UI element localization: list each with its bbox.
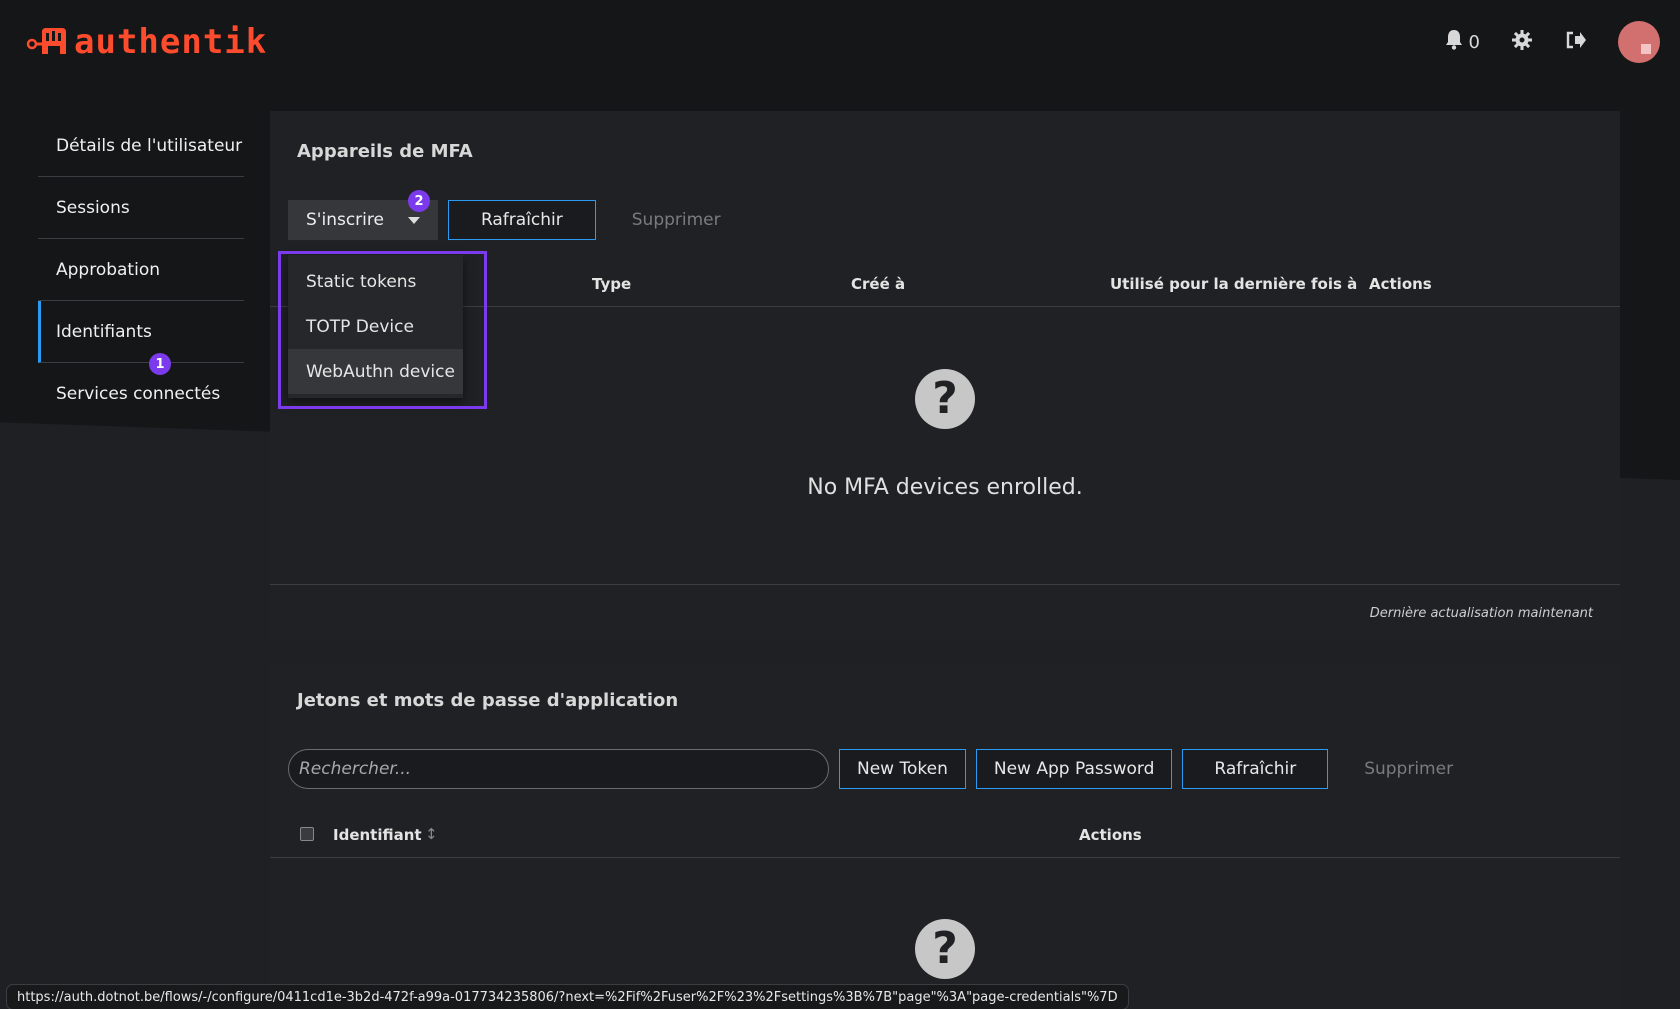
last-refresh-footer: Dernière actualisation maintenant bbox=[270, 584, 1620, 641]
column-header-last-used[interactable]: Utilisé pour la dernière fois à bbox=[1110, 275, 1357, 293]
card-title: Appareils de MFA bbox=[297, 141, 473, 162]
sidebar-item-user-details[interactable]: Détails de l'utilisateur bbox=[38, 115, 244, 177]
menu-item-totp-device[interactable]: TOTP Device bbox=[288, 304, 463, 349]
new-app-password-button[interactable]: New App Password bbox=[975, 749, 1173, 789]
enroll-dropdown-menu: Static tokens TOTP Device WebAuthn devic… bbox=[288, 255, 463, 398]
column-header-type[interactable]: Type bbox=[592, 275, 631, 293]
column-header-actions: Actions bbox=[1079, 826, 1142, 844]
empty-state: ? bbox=[270, 919, 1620, 979]
column-header-created[interactable]: Créé à bbox=[851, 275, 905, 293]
question-circle-icon: ? bbox=[915, 919, 975, 979]
bell-icon bbox=[1445, 29, 1463, 55]
sort-icon[interactable]: ↕ bbox=[425, 825, 438, 843]
tokens-toolbar: New Token New App Password Rafraîchir Su… bbox=[288, 749, 1479, 789]
refresh-button[interactable]: Rafraîchir bbox=[447, 200, 596, 240]
logout-icon bbox=[1566, 31, 1586, 53]
notifications-button[interactable]: 0 bbox=[1445, 29, 1480, 55]
brand-name: authentik bbox=[74, 22, 268, 62]
notification-count: 0 bbox=[1468, 31, 1480, 53]
column-header-actions: Actions bbox=[1369, 275, 1432, 293]
link-status-bar: https://auth.dotnot.be/flows/-/configure… bbox=[6, 984, 1129, 1009]
select-all-checkbox[interactable] bbox=[300, 827, 314, 841]
tokens-card: Jetons et mots de passe d'application Ne… bbox=[270, 664, 1620, 1009]
enroll-label: S'inscrire bbox=[306, 210, 384, 230]
card-title: Jetons et mots de passe d'application bbox=[297, 690, 679, 711]
sidebar-item-label: Détails de l'utilisateur bbox=[56, 135, 243, 156]
mfa-table-header: Type Créé à Utilisé pour la dernière foi… bbox=[270, 261, 1620, 307]
sidebar-item-connected-services[interactable]: Services connectés bbox=[38, 363, 244, 425]
empty-state: ? No MFA devices enrolled. bbox=[270, 369, 1620, 500]
mfa-toolbar: S'inscrire 2 Rafraîchir Supprimer bbox=[288, 190, 747, 240]
step-badge: 2 bbox=[408, 190, 430, 212]
sidebar-item-sessions[interactable]: Sessions bbox=[38, 177, 244, 239]
menu-item-static-tokens[interactable]: Static tokens bbox=[288, 259, 463, 304]
user-avatar[interactable] bbox=[1618, 21, 1660, 63]
question-circle-icon: ? bbox=[915, 369, 975, 429]
sidebar-item-label: Services connectés bbox=[56, 384, 221, 404]
sidebar-item-label: Approbation bbox=[56, 259, 161, 280]
sidebar-item-label: Sessions bbox=[56, 197, 130, 218]
caret-down-icon bbox=[407, 216, 420, 224]
empty-state-text: No MFA devices enrolled. bbox=[807, 475, 1083, 500]
gear-icon bbox=[1512, 30, 1532, 54]
brand-logo[interactable]: authentik bbox=[26, 22, 267, 62]
sidebar-item-label: Identifiants bbox=[56, 321, 152, 342]
tokens-table-header: Identifiant ↕ Actions bbox=[270, 812, 1620, 858]
column-header-identifier[interactable]: Identifiant bbox=[333, 826, 422, 844]
menu-item-webauthn-device[interactable]: WebAuthn device bbox=[288, 349, 463, 394]
mfa-devices-card: Appareils de MFA S'inscrire 2 Rafraîchir… bbox=[270, 111, 1620, 641]
new-token-button[interactable]: New Token bbox=[839, 749, 966, 789]
refresh-button[interactable]: Rafraîchir bbox=[1182, 749, 1329, 789]
sidebar-item-consent[interactable]: Approbation bbox=[38, 239, 244, 301]
settings-sidebar: Détails de l'utilisateur Sessions Approb… bbox=[38, 115, 244, 425]
logout-button[interactable] bbox=[1564, 30, 1588, 54]
delete-button[interactable]: Supprimer bbox=[606, 200, 747, 240]
top-header: authentik 0 bbox=[0, 0, 1680, 84]
search-input[interactable] bbox=[288, 749, 829, 789]
delete-button[interactable]: Supprimer bbox=[1338, 749, 1479, 789]
sidebar-item-credentials[interactable]: Identifiants 1 bbox=[38, 301, 244, 375]
settings-button[interactable] bbox=[1510, 30, 1534, 54]
authentik-logo-icon bbox=[26, 24, 70, 60]
